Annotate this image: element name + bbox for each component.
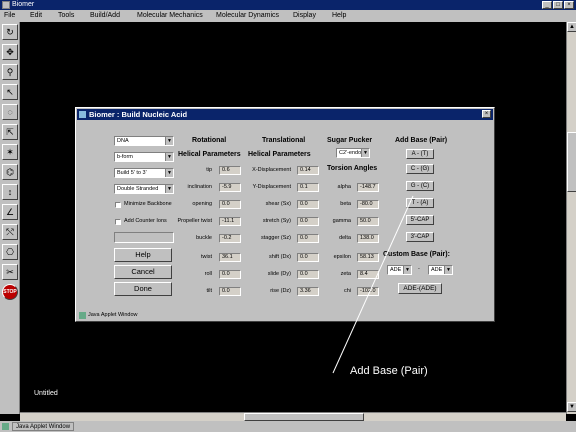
annotation-label: Add Base (Pair) [350,365,428,377]
annotation-pointer-line [332,195,414,374]
